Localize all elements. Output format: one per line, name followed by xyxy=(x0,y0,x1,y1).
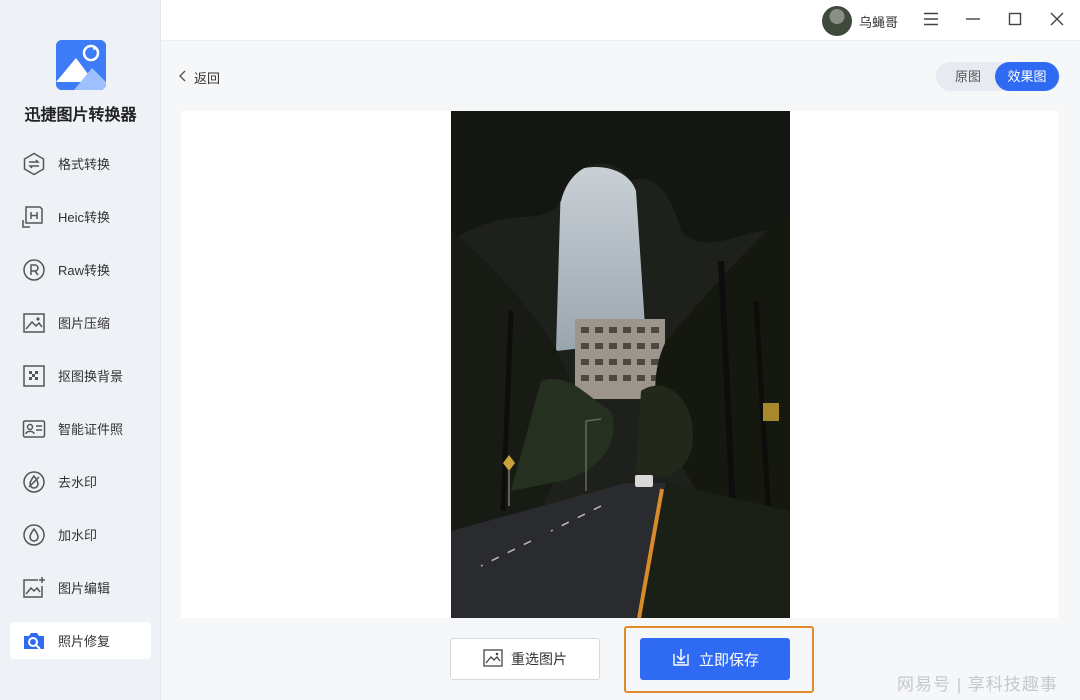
sidebar-item-label: 图片编辑 xyxy=(58,581,111,596)
minimize-icon xyxy=(965,12,981,31)
cutout-icon xyxy=(22,364,46,388)
sidebar-item-label: 抠图换背景 xyxy=(58,369,124,384)
maximize-icon xyxy=(1008,12,1022,31)
reselect-image-button[interactable]: 重选图片 xyxy=(450,638,600,680)
preview-image xyxy=(451,111,790,618)
sidebar-item-photo-repair[interactable]: 照片修复 xyxy=(10,622,151,659)
view-toggle: 原图 效果图 xyxy=(936,62,1060,91)
image-edit-icon xyxy=(22,576,46,600)
sidebar-item-add-watermark[interactable]: 加水印 xyxy=(10,516,151,553)
minimize-button[interactable] xyxy=(960,8,986,34)
format-convert-icon xyxy=(22,152,46,176)
save-now-button[interactable]: 立即保存 xyxy=(640,638,790,680)
sidebar-item-label: 去水印 xyxy=(58,475,98,490)
sidebar-item-heic[interactable]: Heic转换 xyxy=(10,198,151,235)
heic-icon xyxy=(22,205,46,229)
avatar[interactable] xyxy=(822,6,852,36)
sidebar-item-image-compress[interactable]: 图片压缩 xyxy=(10,304,151,341)
toggle-original[interactable]: 原图 xyxy=(942,62,994,91)
sidebar-item-raw[interactable]: Raw转换 xyxy=(10,251,151,288)
watermark-text: 网易号 | 享科技趣事 xyxy=(897,675,1058,694)
sidebar-nav: 格式转换 Heic转换 Raw转换 图片压缩 抠图换背景 智能证件照 去水印 加… xyxy=(10,145,151,675)
close-icon xyxy=(1050,12,1064,31)
remove-watermark-icon xyxy=(22,470,46,494)
toggle-effect[interactable]: 效果图 xyxy=(995,62,1059,91)
app-logo-icon xyxy=(56,40,106,90)
menu-icon xyxy=(923,12,939,31)
reselect-label: 重选图片 xyxy=(511,651,567,667)
close-button[interactable] xyxy=(1044,8,1070,34)
sidebar-item-cutout[interactable]: 抠图换背景 xyxy=(10,357,151,394)
photo-repair-icon xyxy=(22,629,46,653)
raw-icon xyxy=(22,258,46,282)
sidebar-item-label: 照片修复 xyxy=(58,634,111,649)
sidebar-item-label: Raw转换 xyxy=(58,263,111,278)
sidebar-item-format-convert[interactable]: 格式转换 xyxy=(10,145,151,182)
sidebar-item-id-photo[interactable]: 智能证件照 xyxy=(10,410,151,447)
sidebar-item-label: 加水印 xyxy=(58,528,98,543)
username[interactable]: 乌蝇哥 xyxy=(859,12,898,31)
sidebar-item-label: 格式转换 xyxy=(58,157,111,172)
sidebar: 迅捷图片转换器 格式转换 Heic转换 Raw转换 图片压缩 抠图换背景 智能证… xyxy=(0,0,161,700)
save-label: 立即保存 xyxy=(698,651,759,669)
image-icon xyxy=(483,648,511,670)
id-photo-icon xyxy=(22,417,46,441)
app-name: 迅捷图片转换器 xyxy=(24,107,137,124)
menu-button[interactable] xyxy=(918,8,944,34)
back-label: 返回 xyxy=(194,71,221,86)
chevron-left-icon xyxy=(178,70,194,85)
download-icon xyxy=(671,647,699,671)
image-compress-icon xyxy=(22,311,46,335)
title-bar: 乌蝇哥 xyxy=(161,0,1080,41)
sidebar-item-label: 图片压缩 xyxy=(58,316,111,331)
sidebar-item-label: Heic转换 xyxy=(58,210,111,225)
back-button[interactable]: 返回 xyxy=(178,68,220,87)
sidebar-item-image-edit[interactable]: 图片编辑 xyxy=(10,569,151,606)
maximize-button[interactable] xyxy=(1002,8,1028,34)
add-watermark-icon xyxy=(22,523,46,547)
sidebar-item-label: 智能证件照 xyxy=(58,422,124,437)
sidebar-item-remove-watermark[interactable]: 去水印 xyxy=(10,463,151,500)
